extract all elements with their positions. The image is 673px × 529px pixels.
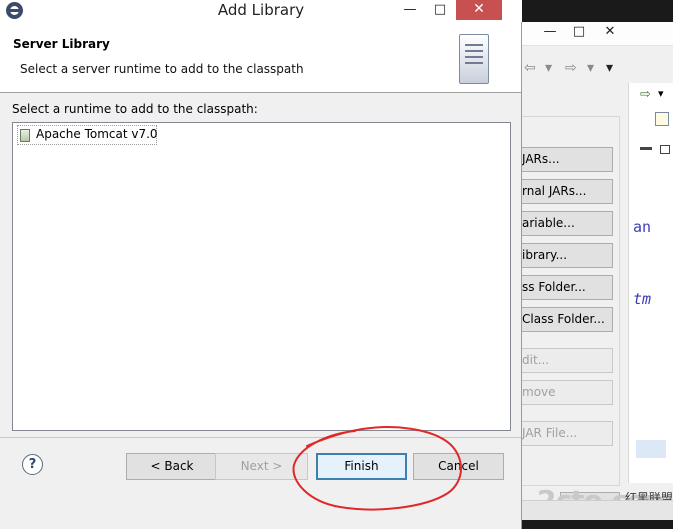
server-library-icon: [459, 34, 489, 84]
close-button[interactable]: ✕: [456, 0, 502, 20]
list-item-label[interactable]: Apache Tomcat v7.0: [36, 127, 158, 141]
code-fragment: tm: [633, 290, 652, 308]
dropdown-arrow-icon[interactable]: ▾: [545, 60, 552, 76]
back-arrow-icon[interactable]: ⇦: [524, 60, 536, 76]
server-slot: [465, 50, 483, 52]
editor-strip: [628, 83, 673, 483]
maximize-button[interactable]: □: [425, 0, 455, 20]
new-class-icon[interactable]: [655, 112, 669, 126]
view-menu-icon[interactable]: ▾: [606, 60, 613, 76]
bg-close-button[interactable]: ✕: [596, 22, 624, 42]
maximize-view-icon[interactable]: [660, 145, 670, 154]
runtime-list-label: Select a runtime to add to the classpath…: [12, 102, 258, 116]
red-circle-annotation: [292, 426, 462, 511]
code-fragment: an: [633, 218, 652, 236]
dropdown-arrow-icon[interactable]: ▾: [587, 60, 594, 76]
annotation-stroke: [292, 426, 462, 511]
help-icon[interactable]: ?: [22, 454, 43, 475]
minimize-button[interactable]: —: [395, 0, 425, 20]
wizard-header-description: Select a server runtime to add to the cl…: [20, 62, 304, 76]
toolbar-arrow-icon[interactable]: ⇨: [640, 87, 651, 102]
wizard-header-title: Server Library: [13, 37, 110, 51]
back-button[interactable]: < Back: [126, 453, 218, 480]
bg-maximize-button[interactable]: □: [565, 22, 593, 42]
forward-arrow-icon[interactable]: ⇨: [565, 60, 577, 76]
server-slot: [465, 44, 483, 46]
server-slot: [465, 62, 483, 64]
server-slot: [465, 56, 483, 58]
minimize-view-icon[interactable]: [640, 147, 652, 150]
jar-library-icon: [20, 129, 30, 142]
wizard-header: [0, 22, 521, 93]
dropdown-arrow-icon[interactable]: ▾: [658, 87, 664, 100]
selected-line-highlight: [636, 440, 666, 458]
bg-minimize-button[interactable]: —: [536, 22, 564, 42]
runtime-list[interactable]: [12, 122, 511, 431]
